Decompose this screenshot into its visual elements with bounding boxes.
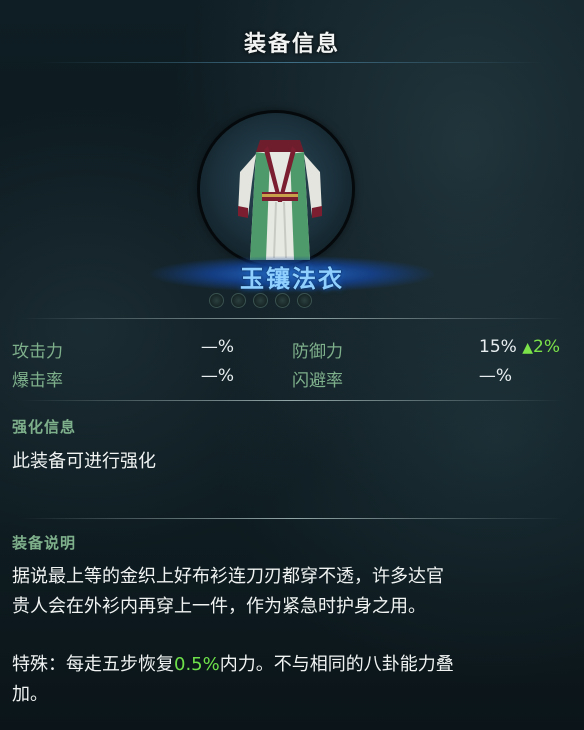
item-name: 玉镶法衣 — [240, 265, 344, 293]
enhance-divider — [20, 518, 564, 519]
gem-slot[interactable] — [253, 293, 268, 308]
crit-label: 爆击率 — [12, 371, 63, 391]
gem-slot[interactable] — [275, 293, 290, 308]
stats-divider-bottom — [20, 400, 564, 401]
stats-divider-top — [20, 318, 564, 319]
gem-slots — [209, 293, 312, 309]
gem-slot[interactable] — [231, 293, 246, 308]
gem-slot[interactable] — [297, 293, 312, 308]
special-line-2: 加。 — [12, 684, 48, 705]
special-suffix: 内力。不与相同的八卦能力叠 — [219, 654, 454, 675]
special-prefix: 特殊：每走五步恢复 — [12, 654, 174, 675]
crit-value: —% — [200, 366, 234, 386]
defense-label: 防御力 — [292, 342, 343, 362]
attack-value: —% — [200, 337, 234, 357]
special-line-1: 特殊：每走五步恢复0.5%内力。不与相同的八卦能力叠 — [12, 650, 578, 680]
enhance-text: 此装备可进行强化 — [12, 451, 156, 472]
enhance-title: 强化信息 — [12, 418, 77, 436]
special-value: 0.5% — [174, 654, 220, 675]
equipment-info-panel: 装备信息 玉镶法衣 攻击力 —% 防御力 15% ▲2% 爆击率 —% 闪避率 … — [0, 0, 584, 730]
dodge-value: —% — [478, 366, 512, 386]
description-title: 装备说明 — [12, 534, 77, 552]
attack-label: 攻击力 — [12, 342, 63, 362]
defense-bonus: 2% — [533, 337, 560, 357]
description-line-1: 据说最上等的金织上好布衫连刀刃都穿不透，许多达官 — [12, 566, 444, 587]
dodge-label: 闪避率 — [292, 371, 343, 391]
panel-title: 装备信息 — [243, 32, 340, 57]
title-divider — [40, 62, 544, 63]
robe-icon — [238, 140, 322, 260]
up-arrow-icon: ▲ — [522, 340, 534, 356]
defense-value-group: 15% ▲2% — [420, 337, 560, 357]
defense-value: 15% — [479, 337, 517, 357]
description-line-2: 贵人会在外衫内再穿上一件，作为紧急时护身之用。 — [12, 596, 426, 617]
gem-slot[interactable] — [209, 293, 224, 308]
